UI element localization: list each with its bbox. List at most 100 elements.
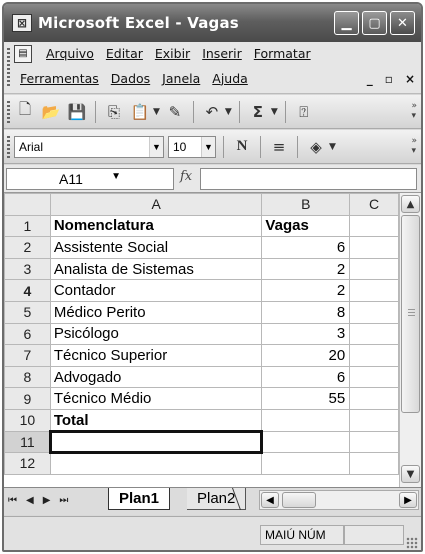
fill-dropdown-icon[interactable]: ▼ xyxy=(329,142,336,152)
cell-a9[interactable]: Técnico Médio xyxy=(49,387,263,410)
cell-b3[interactable]: 2 xyxy=(261,257,351,281)
cell-b7[interactable]: 20 xyxy=(261,344,351,367)
menu-dados[interactable]: Dados xyxy=(105,69,156,88)
chevron-down-icon[interactable]: ▼ xyxy=(201,136,215,157)
cell-c9[interactable] xyxy=(349,387,399,410)
cell-a11-active[interactable] xyxy=(49,430,263,454)
cell-b12[interactable] xyxy=(261,452,351,475)
cell-b8[interactable]: 6 xyxy=(261,365,351,389)
bold-button[interactable]: N xyxy=(231,136,253,158)
cell-b5[interactable]: 8 xyxy=(261,300,351,324)
toolbar-grip[interactable] xyxy=(7,101,10,123)
cell-a8[interactable]: Advogado xyxy=(49,365,263,389)
row-header[interactable]: 4 xyxy=(4,279,51,302)
chevron-down-icon[interactable]: ▼ xyxy=(149,136,163,157)
autosum-dropdown-icon[interactable]: ▼ xyxy=(271,107,278,117)
column-header-c[interactable]: C xyxy=(349,193,399,216)
cell-a3[interactable]: Analista de Sistemas xyxy=(49,257,263,281)
toolbar-more-icon[interactable]: » ▾ xyxy=(411,101,417,121)
cell-c3[interactable] xyxy=(349,257,399,281)
align-center-icon[interactable]: ≡ xyxy=(268,136,290,158)
paste-dropdown-icon[interactable]: ▼ xyxy=(153,107,160,117)
cell-a1[interactable]: Nomenclatura xyxy=(49,214,263,238)
menu-inserir[interactable]: Inserir xyxy=(196,44,248,63)
menu-janela[interactable]: Janela xyxy=(156,69,206,88)
menu-editar[interactable]: Editar xyxy=(100,44,149,63)
cell-b9[interactable]: 55 xyxy=(261,387,351,410)
horizontal-scrollbar[interactable]: ◀ ▶ xyxy=(259,490,419,510)
format-painter-icon[interactable]: ✎ xyxy=(164,101,186,123)
scroll-right-button[interactable]: ▶ xyxy=(399,492,417,508)
cell-a2[interactable]: Assistente Social xyxy=(49,236,263,259)
row-header[interactable]: 3 xyxy=(4,257,51,281)
doc-minimize-button[interactable]: _ xyxy=(367,72,373,86)
fx-icon[interactable]: fx xyxy=(180,169,192,184)
font-size-select[interactable]: 10 ▼ xyxy=(168,135,216,158)
doc-restore-button[interactable]: ▫ xyxy=(385,72,393,86)
save-icon[interactable]: 💾 xyxy=(66,101,88,123)
scroll-down-button[interactable]: ▼ xyxy=(401,465,420,483)
cell-c7[interactable] xyxy=(349,344,399,367)
cell-c10[interactable] xyxy=(349,408,399,432)
paste-icon[interactable]: 📋 xyxy=(129,101,151,123)
row-header[interactable]: 12 xyxy=(4,452,51,475)
cell-c12[interactable] xyxy=(349,452,399,475)
cell-c2[interactable] xyxy=(349,236,399,259)
toolbar-grip[interactable] xyxy=(7,136,10,158)
open-icon[interactable]: 📂 xyxy=(40,101,62,123)
close-button[interactable]: ✕ xyxy=(390,11,415,35)
next-sheet-icon[interactable]: ▶ xyxy=(43,495,51,506)
menu-exibir[interactable]: Exibir xyxy=(149,44,196,63)
copy-icon[interactable]: ⎘ xyxy=(103,101,125,123)
cell-a6[interactable]: Psicólogo xyxy=(49,322,263,346)
name-box[interactable]: A11 ▼ xyxy=(6,168,174,190)
formula-input[interactable] xyxy=(200,168,417,190)
select-all-corner[interactable] xyxy=(4,193,51,216)
workbook-icon[interactable]: ▤ xyxy=(14,44,32,63)
row-header[interactable]: 5 xyxy=(4,300,51,324)
minimize-button[interactable]: ▁ xyxy=(334,11,359,35)
horizontal-scroll-thumb[interactable] xyxy=(282,492,316,508)
autosum-icon[interactable]: Σ xyxy=(247,101,269,123)
scroll-left-button[interactable]: ◀ xyxy=(261,492,279,508)
vertical-scrollbar[interactable]: ▲ ▼ xyxy=(399,193,421,487)
column-header-a[interactable]: A xyxy=(49,193,263,216)
cell-a10[interactable]: Total xyxy=(49,408,263,432)
cell-c4[interactable] xyxy=(349,279,399,302)
cell-b10[interactable] xyxy=(261,408,351,432)
scroll-up-button[interactable]: ▲ xyxy=(401,195,420,213)
undo-icon[interactable]: ↶ xyxy=(201,101,223,123)
spreadsheet-grid[interactable]: A B C 1 Nomenclatura Vagas 2 Assistente … xyxy=(4,193,399,487)
menu-ajuda[interactable]: Ajuda xyxy=(206,69,254,88)
undo-dropdown-icon[interactable]: ▼ xyxy=(225,107,232,117)
row-header[interactable]: 2 xyxy=(4,236,51,259)
row-header[interactable]: 10 xyxy=(4,408,51,432)
font-name-select[interactable]: Arial ▼ xyxy=(14,135,164,158)
menu-formatar[interactable]: Formatar xyxy=(248,44,317,63)
help-icon[interactable]: ⍰ xyxy=(293,101,315,123)
doc-close-button[interactable]: × xyxy=(405,72,415,86)
fill-color-icon[interactable]: ◈ xyxy=(305,136,327,158)
row-header[interactable]: 11 xyxy=(4,430,51,454)
cell-c6[interactable] xyxy=(349,322,399,346)
toolbar-more-icon[interactable]: » ▾ xyxy=(411,136,417,156)
row-header[interactable]: 7 xyxy=(4,344,51,367)
prev-sheet-icon[interactable]: ◀ xyxy=(26,495,34,506)
cell-a12[interactable] xyxy=(49,452,263,475)
cell-c8[interactable] xyxy=(349,365,399,389)
new-icon[interactable]: 🗋 xyxy=(14,100,36,123)
cell-a5[interactable]: Médico Perito xyxy=(49,300,263,324)
row-header[interactable]: 8 xyxy=(4,365,51,389)
cell-c5[interactable] xyxy=(349,300,399,324)
cell-b4[interactable]: 2 xyxy=(261,279,351,302)
cell-b6[interactable]: 3 xyxy=(261,322,351,346)
column-header-b[interactable]: B xyxy=(261,193,351,216)
cell-c1[interactable] xyxy=(349,214,399,238)
menu-arquivo[interactable]: Arquivo xyxy=(40,44,100,63)
menu-ferramentas[interactable]: Ferramentas xyxy=(14,69,105,88)
cell-a4[interactable]: Contador xyxy=(49,279,263,302)
first-sheet-icon[interactable]: ⏮ xyxy=(8,495,17,506)
cell-c11[interactable] xyxy=(349,430,399,454)
row-header[interactable]: 1 xyxy=(4,214,51,238)
vertical-scroll-thumb[interactable] xyxy=(401,215,420,413)
